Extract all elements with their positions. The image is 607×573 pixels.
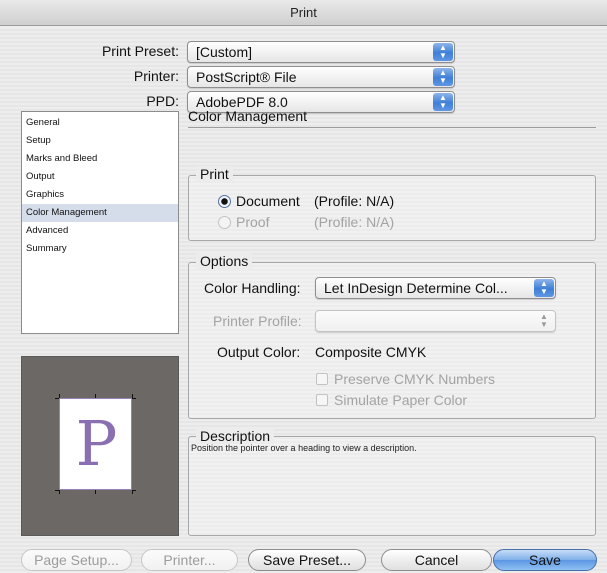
sidebar-item-output[interactable]: Output xyxy=(22,168,178,186)
ppd-label: PPD: xyxy=(146,93,179,109)
popup-stepper-icon: ▲ ▼ xyxy=(540,312,548,329)
print-group-title: Print xyxy=(196,166,233,182)
crop-mark xyxy=(95,490,96,494)
simulate-paper-checkbox[interactable] xyxy=(316,394,328,406)
printer-profile-label: Printer Profile: xyxy=(213,313,302,329)
sidebar-item-general[interactable]: General xyxy=(22,114,178,132)
preserve-cmyk-label[interactable]: Preserve CMYK Numbers xyxy=(334,371,495,387)
crop-mark xyxy=(132,398,136,399)
save-button[interactable]: Save xyxy=(493,549,597,571)
window-title-bar: Print xyxy=(0,0,607,26)
preserve-cmyk-checkbox[interactable] xyxy=(316,373,328,385)
color-handling-popup[interactable]: Let InDesign Determine Col... ▲ ▼ xyxy=(315,277,556,299)
crop-mark xyxy=(132,394,133,398)
crop-mark xyxy=(55,398,59,399)
save-preset-button[interactable]: Save Preset... xyxy=(248,549,366,571)
document-radio[interactable] xyxy=(218,195,231,208)
window-title: Print xyxy=(290,5,317,20)
sidebar-item-summary[interactable]: Summary xyxy=(22,240,178,258)
printer-profile-popup[interactable]: ▲ ▼ xyxy=(315,310,556,332)
printer-popup[interactable]: PostScript® File ▲ ▼ xyxy=(187,66,455,88)
category-list: General Setup Marks and Bleed Output Gra… xyxy=(21,111,179,334)
section-divider xyxy=(188,127,596,128)
sidebar-item-advanced[interactable]: Advanced xyxy=(22,222,178,240)
page-setup-button[interactable]: Page Setup... xyxy=(21,549,132,571)
cancel-button[interactable]: Cancel xyxy=(381,549,492,571)
sidebar-item-marks-and-bleed[interactable]: Marks and Bleed xyxy=(22,150,178,168)
proof-radio[interactable] xyxy=(218,216,231,229)
simulate-paper-label[interactable]: Simulate Paper Color xyxy=(334,392,467,408)
proof-radio-label[interactable]: Proof xyxy=(236,214,269,230)
crop-mark xyxy=(132,490,133,494)
sidebar-item-setup[interactable]: Setup xyxy=(22,132,178,150)
document-profile: (Profile: N/A) xyxy=(314,193,395,209)
popup-stepper-icon: ▲ ▼ xyxy=(433,93,453,111)
print-preset-popup[interactable]: [Custom] ▲ ▼ xyxy=(187,41,455,63)
description-group-title: Description xyxy=(196,428,275,444)
section-title: Color Management xyxy=(188,108,308,124)
popup-stepper-icon: ▲ ▼ xyxy=(433,68,453,86)
sidebar-item-color-management[interactable]: Color Management xyxy=(22,204,178,222)
crop-mark xyxy=(95,394,96,398)
options-group-title: Options xyxy=(196,253,253,269)
preview-glyph: P xyxy=(75,407,118,480)
output-color-label: Output Color: xyxy=(217,344,301,360)
proof-profile: (Profile: N/A) xyxy=(314,214,395,230)
sidebar-item-graphics[interactable]: Graphics xyxy=(22,186,178,204)
printer-value: PostScript® File xyxy=(196,69,297,85)
page-preview: P xyxy=(21,356,179,536)
crop-mark xyxy=(59,394,60,398)
popup-stepper-icon: ▲ ▼ xyxy=(534,279,554,297)
print-preset-label: Print Preset: xyxy=(101,43,179,59)
description-text: Position the pointer over a heading to v… xyxy=(191,443,417,453)
printer-label: Printer: xyxy=(133,68,179,84)
document-radio-label[interactable]: Document xyxy=(236,193,300,209)
printer-button[interactable]: Printer... xyxy=(141,549,238,571)
crop-mark xyxy=(59,490,60,494)
preview-page: P xyxy=(59,398,132,490)
color-handling-value: Let InDesign Determine Col... xyxy=(324,280,508,296)
popup-stepper-icon: ▲ ▼ xyxy=(433,43,453,61)
output-color-value: Composite CMYK xyxy=(315,344,427,360)
color-handling-label: Color Handling: xyxy=(204,280,301,296)
print-preset-value: [Custom] xyxy=(196,44,253,60)
